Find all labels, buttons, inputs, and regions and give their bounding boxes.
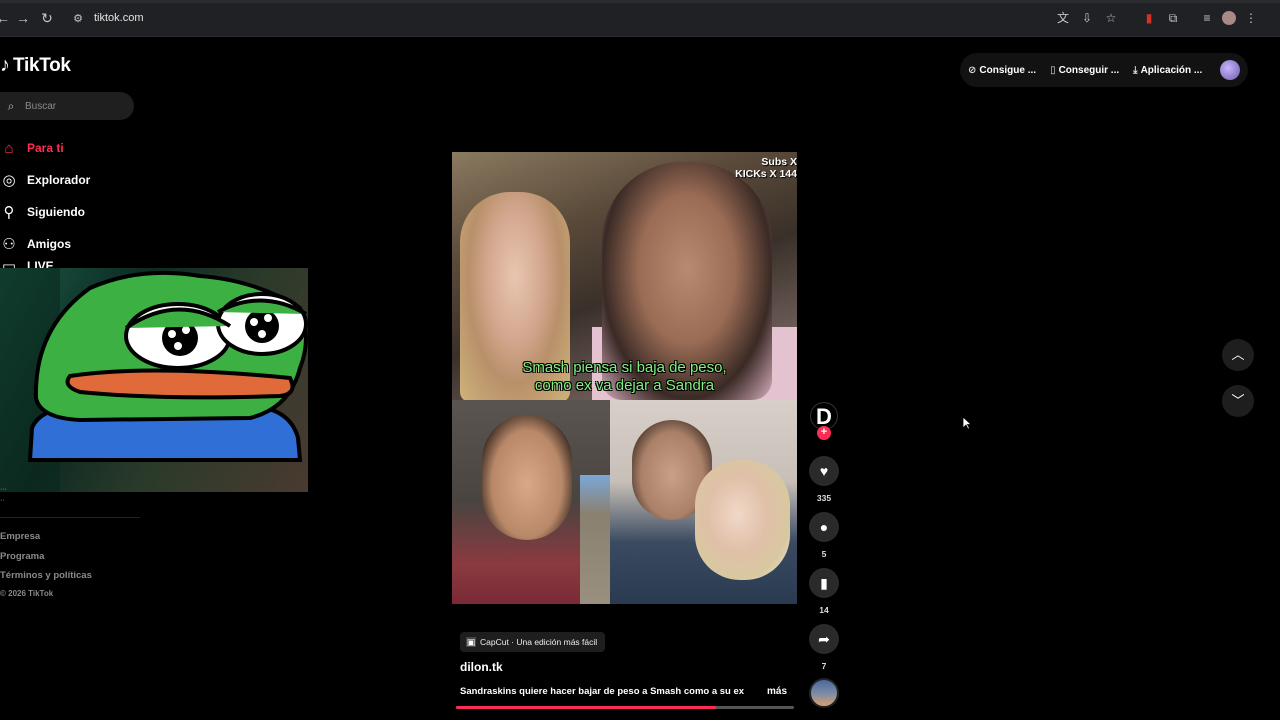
capcut-label: CapCut · Una edición más fácil: [480, 637, 598, 647]
person-follow-icon: ⚲: [3, 204, 15, 221]
search-icon[interactable]: ⌕: [3, 99, 19, 114]
video-top-panel: Subs X KICKs X 144 Smash piensa si baja …: [452, 152, 797, 402]
sidebar-item-label: Explorador: [27, 173, 91, 187]
install-app-icon[interactable]: ⇩: [1078, 9, 1096, 27]
video-player[interactable]: Subs X KICKs X 144 Smash piensa si baja …: [452, 152, 797, 604]
capcut-icon: ▣: [466, 637, 476, 647]
video-couple-woman: [695, 460, 790, 580]
video-progress-fill: [456, 706, 717, 709]
logo-text: TikTok: [13, 54, 71, 76]
footer-link-empresa[interactable]: Empresa: [0, 531, 92, 551]
coins-button[interactable]: ⊘ Consigue ...: [968, 65, 1036, 76]
compass-icon: ◎: [2, 172, 16, 189]
sidebar-item-label: Siguiendo: [27, 205, 85, 219]
sidebar-item-explorador[interactable]: ◎ Explorador: [0, 164, 90, 196]
search-bar[interactable]: ⌕: [0, 92, 134, 120]
chevron-up-icon[interactable]: ︿: [1222, 339, 1254, 371]
copyright: © 2026 TikTok: [0, 589, 54, 598]
translate-icon[interactable]: ⽂: [1054, 9, 1072, 27]
user-avatar[interactable]: [1220, 60, 1240, 80]
footer-link-programa[interactable]: Programa: [0, 551, 92, 571]
profile-avatar[interactable]: [1222, 11, 1236, 25]
forward-arrow-icon[interactable]: →: [14, 9, 32, 27]
music-disc-icon[interactable]: [809, 678, 839, 708]
video-bottom-left-panel: [452, 400, 610, 604]
get-app-label: Conseguir ...: [1058, 64, 1120, 76]
save-count: 14: [819, 605, 829, 615]
capcut-anchor[interactable]: ▣ CapCut · Una edición más fácil: [460, 632, 606, 652]
bookmark-star-icon[interactable]: ☆: [1102, 9, 1120, 27]
tiktok-note-icon: ♪: [0, 54, 10, 76]
phone-icon: ▯: [1050, 64, 1056, 76]
share-count: 7: [821, 661, 827, 671]
download-icon: ⤓: [1133, 64, 1138, 76]
video-username[interactable]: dilon.tk: [460, 660, 503, 674]
reading-list-icon[interactable]: ≡: [1198, 9, 1216, 27]
sidebar-item-amigos[interactable]: ⚇ Amigos: [0, 228, 90, 260]
video-person-face: [482, 415, 572, 540]
stream-overlay-pepe: [0, 268, 308, 492]
share-arrow-icon[interactable]: ➦: [809, 624, 839, 654]
video-bottom-right-panel: [610, 400, 797, 604]
caption-line-1: Smash piensa si baja de peso,: [522, 359, 727, 376]
extension-red-icon[interactable]: ▮: [1140, 9, 1158, 27]
like-heart-icon[interactable]: ♥: [809, 456, 839, 486]
coin-icon: ⊘: [968, 64, 977, 76]
search-input[interactable]: [23, 99, 127, 113]
tune-icon[interactable]: ⚙: [68, 12, 88, 25]
sidebar-item-label: Amigos: [27, 237, 72, 251]
sidebar-hidden-text: ···: [0, 486, 7, 493]
reload-icon[interactable]: ↻: [38, 9, 56, 27]
sidebar-item-label: Para ti: [27, 141, 64, 155]
kebab-menu-icon[interactable]: ⋮: [1242, 9, 1260, 27]
video-caption: Smash piensa si baja de peso, como ex va…: [452, 359, 797, 395]
subs-line: Subs X: [761, 156, 797, 168]
bookmark-icon[interactable]: ▮: [809, 568, 839, 598]
sidebar-divider: [0, 517, 140, 518]
tiktok-logo[interactable]: ♪ TikTok: [0, 54, 71, 77]
follow-plus-icon[interactable]: +: [817, 426, 831, 440]
video-progress-bar[interactable]: [456, 706, 794, 709]
caption-line-2: como ex va dejar a Sandra: [534, 377, 715, 394]
kicks-line: KICKs X 144: [735, 168, 797, 180]
chevron-down-icon[interactable]: ﹀: [1222, 385, 1254, 417]
sidebar-item-para-ti[interactable]: ⌂ Para ti: [0, 132, 90, 164]
address-bar[interactable]: ⚙ tiktok.com: [62, 6, 1062, 30]
video-description: Sandraskins quiere hacer bajar de peso a…: [460, 686, 745, 697]
puzzle-extension-icon[interactable]: ⧉: [1164, 9, 1182, 27]
like-count: 335: [816, 493, 832, 503]
get-app-button[interactable]: ▯ Conseguir ...: [1050, 65, 1119, 76]
pepe-frog-image: [27, 270, 308, 462]
address-url[interactable]: tiktok.com: [94, 12, 144, 24]
sidebar-hidden-text: ··: [0, 497, 5, 504]
sidebar-nav: ⌂ Para ti ◎ Explorador ⚲ Siguiendo ⚇ Ami…: [0, 132, 90, 273]
video-overlay-subs: Subs X KICKs X 144: [735, 156, 797, 180]
comment-count: 5: [821, 549, 827, 559]
desktop-app-button[interactable]: ⤓ Aplicación ...: [1133, 65, 1202, 76]
friends-icon: ⚇: [2, 236, 16, 253]
browser-toolbar: ← → ↻ ⚙ tiktok.com ⽂ ⇩ ☆ ▮ ⧉ ≡ ⋮: [0, 0, 1280, 37]
video-rock-strip: [580, 475, 610, 604]
footer-link-terminos[interactable]: Términos y políticas: [0, 570, 92, 590]
header-actions: ⊘ Consigue ... ▯ Conseguir ... ⤓ Aplicac…: [960, 53, 1248, 87]
comment-bubble-icon[interactable]: ●: [809, 512, 839, 542]
coins-label: Consigue ...: [979, 64, 1037, 76]
sidebar-item-siguiendo[interactable]: ⚲ Siguiendo: [0, 196, 90, 228]
extension-icons: ⽂ ⇩ ☆ ▮ ⧉ ≡ ⋮: [1054, 9, 1260, 27]
tab-strip-edge: [0, 0, 1280, 3]
desktop-app-label: Aplicación ...: [1140, 64, 1203, 76]
more-button[interactable]: más: [767, 686, 787, 697]
home-icon: ⌂: [4, 139, 14, 157]
back-arrow-icon[interactable]: ←: [0, 9, 12, 27]
sidebar-footer-links: Empresa Programa Términos y políticas: [0, 531, 92, 590]
